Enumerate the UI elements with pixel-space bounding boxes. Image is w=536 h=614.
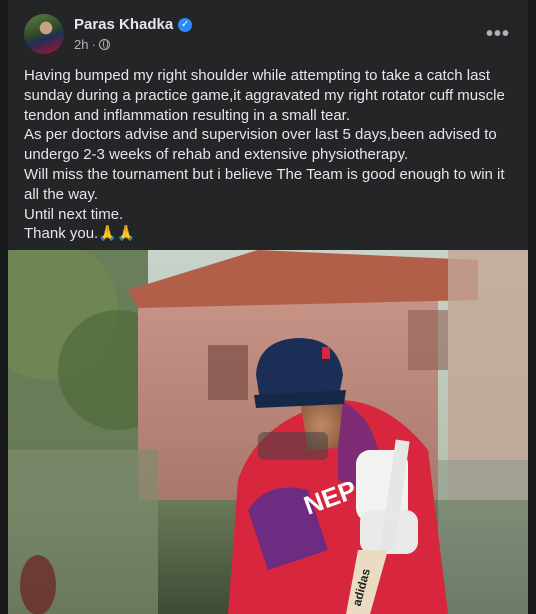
facebook-post: Paras Khadka ✓ 2h · ••• Having bumped my… (8, 0, 528, 614)
verified-badge-icon: ✓ (178, 17, 193, 32)
post-header: Paras Khadka ✓ 2h · ••• (24, 12, 516, 56)
post-meta: 2h · (74, 37, 110, 52)
author-avatar[interactable] (24, 14, 64, 54)
post-time[interactable]: 2h (74, 37, 88, 52)
more-options-icon[interactable]: ••• (480, 16, 516, 52)
globe-icon[interactable] (98, 39, 110, 50)
photo-scene: NEPAL adidas (8, 250, 528, 614)
post-text: Having bumped my right shoulder while at… (24, 67, 505, 243)
meta-separator: · (91, 37, 96, 52)
author-name[interactable]: Paras Khadka (74, 16, 173, 33)
author-name-row: Paras Khadka ✓ (74, 16, 193, 33)
post-photo[interactable]: NEPAL adidas (8, 250, 528, 614)
